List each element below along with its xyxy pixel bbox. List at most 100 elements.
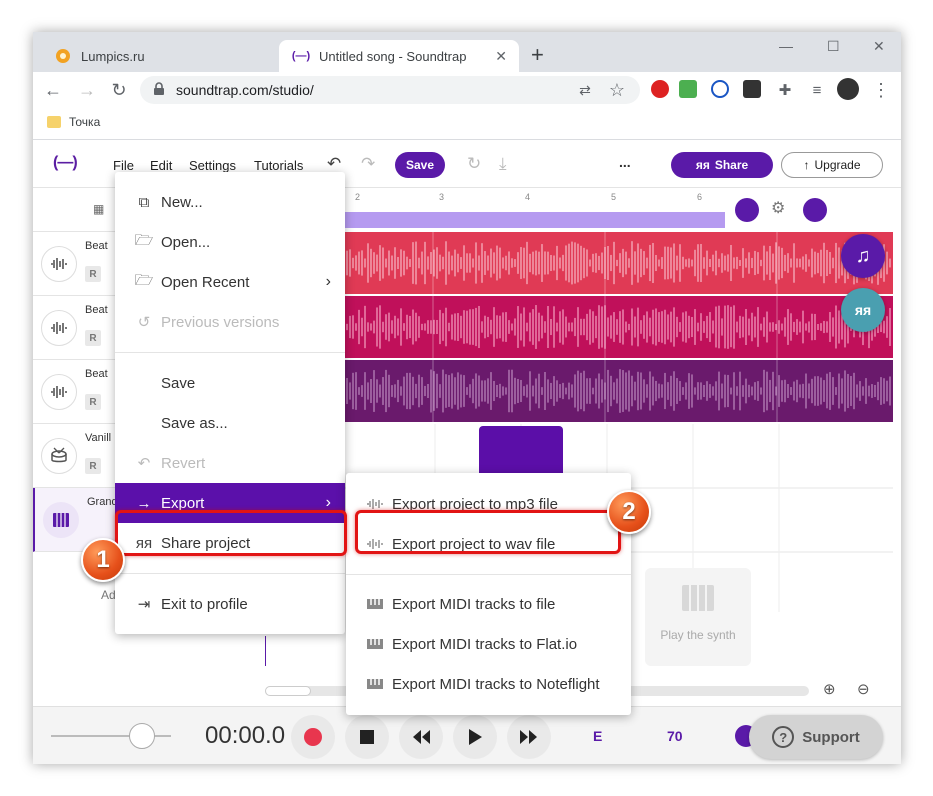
menu-item-previous-versions[interactable]: ↺ Previous versions — [115, 302, 345, 342]
loop-region[interactable] — [343, 212, 725, 228]
audio-lane[interactable] — [343, 296, 893, 358]
close-tab-icon[interactable]: ✕ — [495, 48, 507, 65]
menu-item-label: Open Recent — [161, 273, 250, 291]
tab-soundtrap[interactable]: (—) Untitled song - Soundtrap ✕ — [279, 40, 519, 72]
play-synth-card[interactable]: Play the synth — [645, 568, 751, 666]
menu-item-label: New... — [161, 193, 203, 211]
menu-item-new[interactable]: ⧉ New... — [115, 182, 345, 222]
metronome-icon[interactable] — [735, 198, 759, 222]
collaborators-icon[interactable]: ᴙᴙ — [841, 288, 885, 332]
people-icon: ᴙᴙ — [695, 158, 710, 172]
track-name: Beat — [85, 304, 108, 316]
reload-icon[interactable]: ↻ — [107, 78, 131, 102]
fast-forward-icon — [520, 730, 537, 744]
record-badge[interactable]: R — [85, 458, 101, 474]
menu-item-open-recent[interactable]: 🗁 Open Recent › — [115, 262, 345, 302]
record-badge[interactable]: R — [85, 266, 101, 282]
zoom-out-icon[interactable]: ⊖ — [857, 680, 870, 698]
audio-lane[interactable] — [343, 232, 893, 294]
address-bar[interactable]: soundtrap.com/studio/ — [140, 76, 640, 104]
redo-icon[interactable]: ↷ — [361, 154, 375, 174]
menu-item-save[interactable]: Save — [115, 363, 345, 403]
bookmark-item[interactable]: Точка — [69, 115, 100, 129]
record-badge[interactable]: R — [85, 330, 101, 346]
menu-item-label: Export MIDI tracks to Flat.io — [392, 635, 578, 653]
download-icon[interactable]: ⤓ — [499, 154, 507, 174]
menu-file[interactable]: File — [113, 158, 134, 173]
record-button[interactable] — [291, 715, 335, 759]
undo-icon[interactable]: ↶ — [327, 154, 341, 174]
menu-tutorials[interactable]: Tutorials — [254, 158, 303, 173]
share-label: Share — [714, 158, 749, 172]
tab-lumpics[interactable]: Lumpics.ru — [41, 40, 279, 72]
add-track-label[interactable]: Ad — [101, 588, 116, 602]
upgrade-button[interactable]: ↑ Upgrade — [781, 152, 883, 178]
stop-button[interactable] — [345, 715, 389, 759]
menu-divider — [115, 352, 345, 353]
rewind-button[interactable] — [399, 715, 443, 759]
menu-item-exit-to-profile[interactable]: ⇥ Exit to profile — [115, 584, 345, 624]
piano-icon — [43, 502, 79, 538]
bpm-display[interactable]: 70 — [667, 728, 683, 744]
avatar[interactable] — [837, 78, 859, 100]
soundtrap-logo[interactable]: (—) — [53, 154, 78, 172]
extension-red-icon[interactable] — [651, 80, 669, 98]
play-button[interactable] — [453, 715, 497, 759]
menu-dots-icon[interactable]: ⋮ — [869, 78, 893, 102]
share-button[interactable]: ᴙᴙ Share — [671, 152, 773, 178]
record-badge[interactable]: R — [85, 394, 101, 410]
new-tab-icon[interactable]: + — [531, 42, 544, 68]
audio-lane[interactable] — [343, 360, 893, 422]
back-icon[interactable]: ← — [41, 78, 65, 102]
export-midi-noteflight-item[interactable]: Export MIDI tracks to Noteflight — [346, 664, 631, 704]
sync-icon[interactable]: ↻ — [467, 154, 481, 174]
time-display: 00:00.0 — [205, 722, 286, 749]
orange-favicon-icon — [55, 48, 71, 64]
menu-settings[interactable]: Settings — [189, 158, 236, 173]
extension-music-icon[interactable] — [679, 80, 697, 98]
menu-item-label: Export MIDI tracks to file — [392, 595, 556, 613]
fast-forward-button[interactable] — [507, 715, 551, 759]
save-button[interactable]: Save — [395, 152, 445, 178]
playlist-icon[interactable]: ≡ — [805, 78, 829, 102]
waveform-graphic — [346, 232, 891, 294]
extension-globe-icon[interactable] — [711, 80, 729, 98]
playhead[interactable] — [265, 636, 266, 666]
minimize-icon[interactable]: — — [779, 38, 793, 54]
folder-icon — [47, 116, 61, 128]
bookmarks-bar: Точка — [33, 108, 901, 140]
folder-open-icon: 🗁 — [134, 271, 154, 289]
export-midi-file-item[interactable]: Export MIDI tracks to file — [346, 584, 631, 624]
support-button[interactable]: ? Support — [749, 715, 883, 759]
menu-divider — [115, 573, 345, 574]
midi-icon — [367, 639, 383, 649]
zoom-in-icon[interactable]: ⊕ — [823, 680, 836, 698]
menu-item-revert[interactable]: ↶ Revert — [115, 443, 345, 483]
menu-edit[interactable]: Edit — [150, 158, 172, 173]
file-menu-dropdown: ⧉ New... 🗁 Open... 🗁 Open Recent › ↺ Pre… — [115, 172, 345, 634]
bookmark-star-icon[interactable]: ☆ — [605, 78, 629, 102]
forward-icon[interactable]: → — [75, 78, 99, 102]
midi-region[interactable] — [479, 426, 563, 476]
volume-knob[interactable] — [129, 723, 155, 749]
browser-window: Lumpics.ru (—) Untitled song - Soundtrap… — [33, 32, 901, 764]
close-window-icon[interactable]: ✕ — [873, 38, 885, 55]
translate-icon[interactable]: ⇄ — [573, 78, 597, 102]
ruler-number: 5 — [611, 192, 617, 202]
loop-icon[interactable] — [803, 198, 827, 222]
key-display[interactable]: E — [593, 728, 602, 744]
puzzle-icon[interactable]: ✚ — [773, 78, 797, 102]
scroll-thumb[interactable] — [265, 686, 311, 696]
waveform-icon — [41, 310, 77, 346]
drum-icon — [41, 438, 77, 474]
menu-item-open[interactable]: 🗁 Open... — [115, 222, 345, 262]
extension-box-icon[interactable] — [743, 80, 761, 98]
export-midi-flat-item[interactable]: Export MIDI tracks to Flat.io — [346, 624, 631, 664]
more-options[interactable]: ... — [619, 154, 631, 170]
menu-item-label: Open... — [161, 233, 211, 251]
menu-item-save-as[interactable]: Save as... — [115, 403, 345, 443]
music-note-icon[interactable]: ♫ — [841, 234, 885, 278]
gear-icon[interactable]: ⚙ — [771, 198, 785, 218]
track-name: Vanill — [85, 432, 112, 444]
maximize-icon[interactable]: ☐ — [827, 38, 840, 55]
